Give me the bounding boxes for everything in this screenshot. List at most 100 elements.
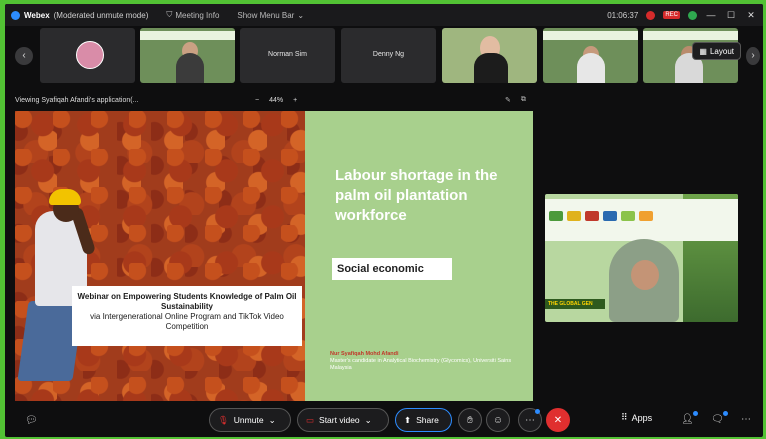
chevron-down-icon: ⌄ <box>268 414 276 425</box>
slide-subtitle: Social economic <box>332 258 452 280</box>
apps-icon: ⠿ <box>621 412 628 422</box>
slide-text-panel: Labour shortage in the palm oil plantati… <box>305 111 533 401</box>
zoom-in-button[interactable]: + <box>293 97 297 104</box>
presenter-description: Master's candidate in Analytical Biochem… <box>330 358 512 371</box>
share-label: Share <box>416 415 439 425</box>
annotate-icon[interactable]: ✎ <box>505 96 511 104</box>
layout-button[interactable]: ▦ Layout <box>692 42 741 60</box>
participant-body <box>176 53 204 83</box>
caption-subtitle: via Intergenerational Online Program and… <box>90 312 284 331</box>
sponsor-logos <box>549 211 653 221</box>
title-bar-right: 01:06:37 REC — ☐ ✕ <box>607 4 757 26</box>
webinar-caption: Webinar on Empowering Students Knowledge… <box>72 286 302 346</box>
scroll-right-button[interactable]: › <box>746 47 760 65</box>
shield-icon: ⛉ <box>166 10 173 19</box>
chevron-down-icon: ⌄ <box>364 414 372 425</box>
leave-meeting-button[interactable]: ✕ <box>546 408 570 432</box>
rec-badge: REC <box>663 11 680 19</box>
more-panels-icon[interactable]: ⋯ <box>741 414 751 425</box>
webex-window: Webex (Moderated unmute mode) ⛉ Meeting … <box>5 4 763 437</box>
title-bar: Webex (Moderated unmute mode) ⛉ Meeting … <box>5 4 763 26</box>
start-video-button[interactable]: ▭ Start video ⌄ <box>297 408 389 432</box>
sponsor-logo-icon <box>549 211 563 221</box>
participant-tile[interactable]: Denny Ng <box>341 28 436 83</box>
connection-icon <box>688 10 697 20</box>
participant-tile[interactable] <box>40 28 135 83</box>
sponsor-logo-icon <box>621 211 635 221</box>
layout-label: Layout <box>709 46 734 56</box>
captions-icon[interactable]: 💬︎ <box>25 415 38 426</box>
scroll-left-button[interactable]: ‹ <box>15 47 33 65</box>
zoom-out-button[interactable]: − <box>255 97 259 104</box>
record-indicator-icon <box>646 10 656 20</box>
video-off-icon: ▭ <box>306 414 315 425</box>
presenter-info: Nur Syafiqah Mohd Afandi Master's candid… <box>330 351 520 372</box>
hard-hat-icon <box>49 189 81 205</box>
chevron-down-icon: ⌄ <box>297 10 305 20</box>
hand-icon: ✋︎ <box>467 414 473 426</box>
sponsor-logo-icon <box>639 211 653 221</box>
webinar-banner <box>643 31 738 40</box>
share-tools: ✎ ⧉ <box>505 96 526 104</box>
meeting-info-button[interactable]: ⛉ Meeting Info <box>166 10 219 20</box>
more-icon: ⋯ <box>525 414 535 426</box>
unmute-button[interactable]: 🎙︎ Unmute ⌄ <box>209 408 291 432</box>
popout-icon[interactable]: ⧉ <box>521 96 526 104</box>
reactions-button[interactable]: ☺ <box>486 408 510 432</box>
notification-dot <box>693 411 698 416</box>
start-video-label: Start video <box>319 415 360 425</box>
avatar <box>76 41 104 69</box>
sponsor-logo-icon <box>603 211 617 221</box>
participant-name: Norman Sim <box>268 51 307 58</box>
viewing-label: Viewing Syafiqah Afandi's application(..… <box>15 97 139 104</box>
chat-icon[interactable]: 🗨︎ <box>711 414 724 425</box>
participant-body <box>577 53 605 83</box>
share-header: Viewing Syafiqah Afandi's application(..… <box>5 94 763 108</box>
sponsor-banner <box>545 199 738 241</box>
webex-logo-icon <box>11 10 20 20</box>
presenter-name: Nur Syafiqah Mohd Afandi <box>330 351 399 357</box>
menu-bar-label: Show Menu Bar <box>237 10 295 20</box>
notification-dot <box>535 409 540 414</box>
close-icon: ✕ <box>553 414 563 426</box>
participant-strip: ‹ Norman Sim Denny Ng ▦ Layout › <box>5 28 763 86</box>
smiley-icon: ☺ <box>492 414 504 426</box>
minimize-button[interactable]: — <box>705 10 717 20</box>
participant-name: Denny Ng <box>372 51 405 58</box>
show-menu-bar-button[interactable]: Show Menu Bar ⌄ <box>237 11 304 20</box>
unmute-label: Unmute <box>233 415 264 425</box>
participants-icon[interactable]: 👤︎ <box>681 414 694 425</box>
apps-label: Apps <box>631 412 653 423</box>
raise-hand-button[interactable]: ✋︎ <box>458 408 482 432</box>
speaker-banner-text: THE GLOBAL GEN <box>545 299 605 309</box>
share-button[interactable]: ⬆︎ Share <box>395 408 452 432</box>
meeting-timer: 01:06:37 <box>607 10 639 20</box>
close-window-button[interactable]: ✕ <box>745 10 757 21</box>
app-title: Webex (Moderated unmute mode) <box>11 10 149 20</box>
webinar-banner <box>543 31 638 40</box>
layout-grid-icon: ▦ <box>699 46 707 56</box>
participant-tile[interactable] <box>442 28 537 83</box>
share-screen-icon: ⬆︎ <box>404 414 412 425</box>
speaker-face <box>631 260 659 290</box>
active-speaker-video[interactable]: THE GLOBAL GEN <box>545 194 738 322</box>
notification-dot <box>723 411 728 416</box>
participant-tile[interactable] <box>543 28 638 83</box>
sponsor-logo-icon <box>567 211 581 221</box>
shared-slide: Webinar on Empowering Students Knowledge… <box>15 111 533 401</box>
participant-tile[interactable]: Norman Sim <box>240 28 335 83</box>
apps-button[interactable]: ⠿ Apps <box>621 412 652 423</box>
zoom-controls: − 44% + <box>255 97 297 104</box>
caption-title: Webinar on Empowering Students Knowledge… <box>77 292 297 311</box>
meeting-info-label: Meeting Info <box>175 10 220 20</box>
participant-body <box>474 53 508 83</box>
participant-tile[interactable] <box>140 28 235 83</box>
webinar-banner <box>140 31 235 40</box>
microphone-muted-icon: 🎙︎ <box>218 414 229 425</box>
meeting-controls: 💬︎ 🎙︎ Unmute ⌄ ▭ Start video ⌄ ⬆︎ Share … <box>5 404 763 437</box>
app-name: Webex <box>24 10 50 20</box>
meeting-mode: (Moderated unmute mode) <box>53 10 149 20</box>
slide-title: Labour shortage in the palm oil plantati… <box>335 167 498 224</box>
maximize-button[interactable]: ☐ <box>725 10 737 21</box>
sponsor-logo-icon <box>585 211 599 221</box>
